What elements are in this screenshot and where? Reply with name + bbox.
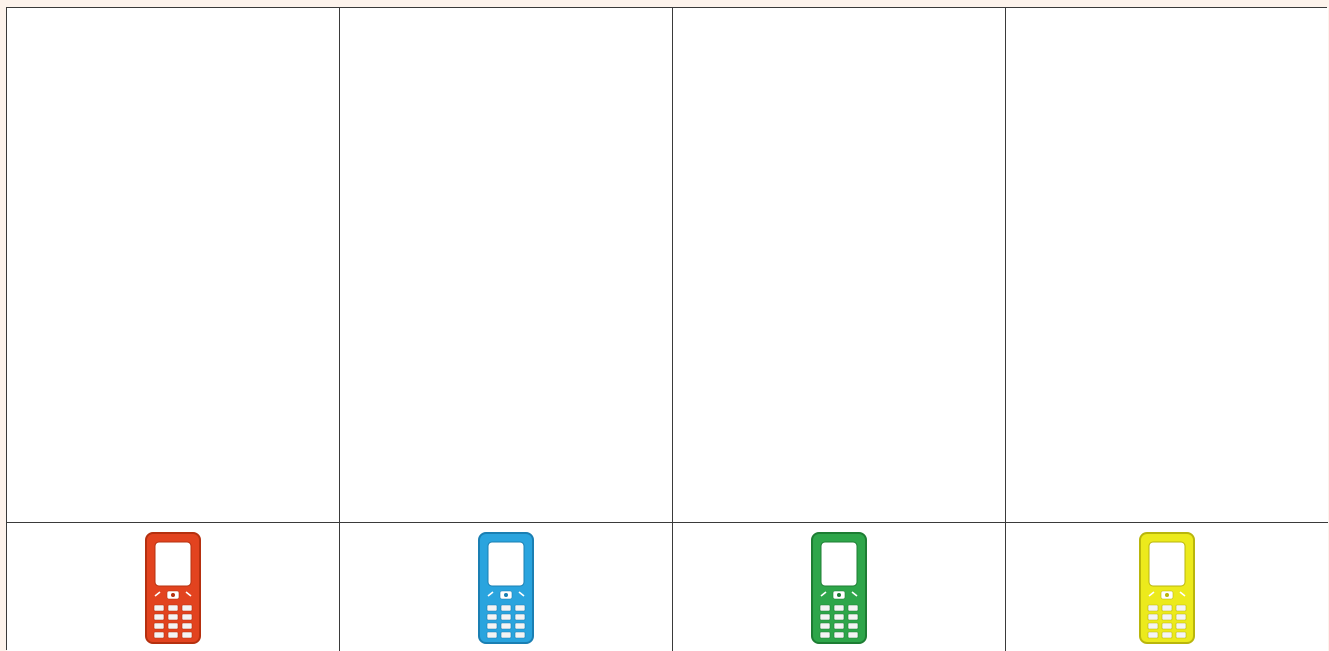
empty-card-1[interactable] [7, 8, 340, 523]
phone-icon-yellow[interactable] [1139, 532, 1195, 644]
phone-card-blue[interactable] [340, 523, 673, 651]
phone-card-yellow[interactable] [1006, 523, 1328, 651]
phone-card-red[interactable] [7, 523, 340, 651]
empty-card-3[interactable] [673, 8, 1006, 523]
phone-icon-blue[interactable] [478, 532, 534, 644]
phone-icon-red[interactable] [145, 532, 201, 644]
card-grid [6, 7, 1328, 651]
empty-card-2[interactable] [340, 8, 673, 523]
phone-card-green[interactable] [673, 523, 1006, 651]
empty-card-4[interactable] [1006, 8, 1328, 523]
phone-icon-green[interactable] [811, 532, 867, 644]
